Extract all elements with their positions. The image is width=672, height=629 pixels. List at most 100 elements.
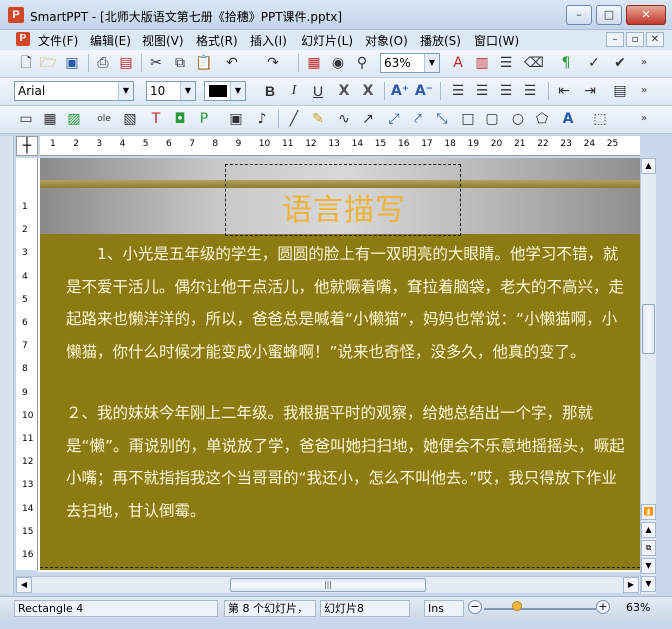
scroll-left-icon[interactable]: ◀	[16, 577, 32, 593]
mdi-minimize-button[interactable]: –	[606, 32, 624, 47]
group-icon[interactable]: ⬚	[590, 109, 610, 129]
horizontal-ruler[interactable]: 1 2 3 4 5 6 7 8 9 10 11 12 13 14 15 16 17 18 19 20 21 22 23 24 2…	[40, 136, 640, 156]
picture-icon[interactable]: ▨	[64, 109, 84, 129]
paragraph-1[interactable]: 1、小光是五年级的学生，圆圆的脸上有一双明亮的大眼睛。他学习不错，就是不爱干活儿…	[66, 238, 632, 368]
text-color-icon[interactable]: A	[448, 53, 468, 73]
underline-button[interactable]: U	[308, 81, 328, 101]
vertical-ruler[interactable]: 1 2 3 4 5 6 7 8 9 10 11 12 13 14 15 16	[16, 158, 38, 570]
arrow-icon[interactable]: ↗	[358, 109, 378, 129]
paragraph-2[interactable]: ２、我的妹妹今年刚上二年级。我根据平时的观察，给她总结出一个字，那就是“懒”。甭…	[66, 397, 632, 527]
ellipse-icon[interactable]: ○	[508, 109, 528, 129]
minimize-button[interactable]: –	[566, 5, 592, 25]
open-folder-icon[interactable]: 🗁	[38, 53, 58, 73]
zoom-combo[interactable]: 63% ▼	[380, 53, 440, 73]
film-icon[interactable]: ▣	[226, 109, 246, 129]
slide-title[interactable]: 语言描写	[226, 185, 462, 229]
copy-icon[interactable]: ⧉	[170, 53, 190, 73]
frame-p-icon[interactable]: P	[194, 109, 214, 129]
menu-window[interactable]: 窗口(W)	[474, 32, 519, 49]
justify-icon[interactable]: ☰	[520, 81, 540, 101]
menu-view[interactable]: 视图(V)	[142, 32, 184, 49]
align-center-icon[interactable]: ☰	[472, 81, 492, 101]
mdi-close-button[interactable]: ✕	[646, 32, 664, 47]
slide-view-icon[interactable]: ⧉	[641, 540, 656, 556]
italic-button[interactable]: I	[284, 81, 304, 101]
document-icon[interactable]: P	[16, 32, 30, 46]
scroll-down-icon[interactable]: ▼	[641, 576, 656, 592]
chevron-down-icon[interactable]: ▼	[118, 82, 133, 100]
redo-icon[interactable]: ↷	[263, 53, 283, 73]
line-icon[interactable]: ╱	[284, 109, 304, 129]
zoom-slider-knob[interactable]	[512, 601, 522, 611]
shapes-icon[interactable]: ⬠	[532, 109, 552, 129]
table-icon[interactable]: ▦	[40, 109, 60, 129]
chart-icon[interactable]: ▧	[120, 109, 140, 129]
chevron-down-icon[interactable]: ▼	[424, 54, 439, 72]
overflow-icon[interactable]: »	[634, 53, 654, 73]
chevron-down-icon[interactable]: ▼	[180, 82, 195, 100]
text-frame-icon[interactable]: T	[146, 109, 166, 129]
ruler-corner-icon[interactable]: ┼	[16, 136, 38, 156]
zoom-icon[interactable]: ⚲	[352, 53, 372, 73]
list-icon[interactable]: ☰	[496, 53, 516, 73]
rectangle-icon[interactable]: □	[458, 109, 478, 129]
shrink-font-icon[interactable]: A⁻	[414, 81, 434, 101]
pdf-icon[interactable]: ▤	[116, 53, 136, 73]
rounded-rect-icon[interactable]: ▢	[482, 109, 502, 129]
zoom-slider[interactable]	[484, 608, 596, 610]
grow-font-icon[interactable]: A⁺	[390, 81, 410, 101]
strike-button[interactable]: X	[334, 81, 354, 101]
align-right-icon[interactable]: ☰	[496, 81, 516, 101]
slide[interactable]: 语言描写 1、小光是五年级的学生，圆圆的脸上有一双明亮的大眼睛。他学习不错，就是…	[40, 158, 640, 570]
vertical-scroll-thumb[interactable]	[642, 304, 655, 354]
body-placeholder[interactable]: 1、小光是五年级的学生，圆圆的脸上有一双明亮的大眼睛。他学习不错，就是不爱干活儿…	[40, 234, 640, 568]
bullets-icon[interactable]: ▤	[610, 81, 630, 101]
format-icon[interactable]: ▥	[472, 53, 492, 73]
scroll-right-icon[interactable]: ▶	[623, 577, 639, 593]
mdi-restore-button[interactable]: ▫	[626, 32, 644, 47]
undo-icon[interactable]: ↶	[222, 53, 242, 73]
elbow-icon[interactable]: ⤤	[408, 109, 428, 129]
menu-insert[interactable]: 插入(I)	[250, 32, 287, 49]
outdent-icon[interactable]: ⇤	[554, 81, 574, 101]
frame-icon[interactable]: ◘	[170, 109, 190, 129]
prev-slide-icon[interactable]: ▲	[641, 522, 656, 538]
wordart-icon[interactable]: A	[558, 109, 578, 129]
scroll-up-icon[interactable]: ▲	[641, 158, 656, 174]
paragraph-icon[interactable]: ¶	[556, 53, 576, 73]
font-combo[interactable]: Arial ▼	[14, 81, 134, 101]
zoom-out-button[interactable]: −	[468, 600, 482, 614]
menu-file[interactable]: 文件(F)	[38, 32, 78, 49]
menu-object[interactable]: 对象(O)	[365, 32, 408, 49]
menu-play[interactable]: 播放(S)	[420, 32, 461, 49]
menu-edit[interactable]: 编辑(E)	[90, 32, 131, 49]
align-left-icon[interactable]: ☰	[448, 81, 468, 101]
first-slide-icon[interactable]: ⏫	[641, 504, 656, 520]
connector-icon[interactable]: ⤢	[384, 109, 404, 129]
new-doc-icon[interactable]: 🗋	[16, 53, 36, 73]
bold-button[interactable]: B	[260, 81, 280, 101]
overflow-icon[interactable]: »	[634, 81, 654, 101]
spell-icon[interactable]: ✓	[584, 53, 604, 73]
indent-icon[interactable]: ⇥	[580, 81, 600, 101]
title-placeholder[interactable]: 语言描写	[225, 164, 461, 236]
close-button[interactable]: ✕	[626, 5, 666, 25]
brush-icon[interactable]: ⌫	[524, 53, 544, 73]
next-slide-icon[interactable]: ▼	[641, 558, 656, 574]
elbow2-icon[interactable]: ⤡	[432, 109, 452, 129]
print-icon[interactable]: ⎙	[93, 53, 113, 73]
curve-icon[interactable]: ∿	[334, 109, 354, 129]
overflow-icon[interactable]: »	[634, 109, 654, 129]
left-splitter[interactable]	[0, 136, 14, 594]
zoom-in-button[interactable]: +	[596, 600, 610, 614]
color-combo[interactable]: ▼	[204, 81, 246, 101]
size-combo[interactable]: 10 ▼	[146, 81, 196, 101]
paste-icon[interactable]: 📋	[194, 53, 214, 73]
cut-icon[interactable]: ✂	[146, 53, 166, 73]
slide-icon[interactable]: ▦	[304, 53, 324, 73]
horizontal-scroll-thumb[interactable]: |||	[230, 578, 426, 592]
ole-icon[interactable]: ole	[94, 109, 114, 129]
menu-format[interactable]: 格式(R)	[196, 32, 238, 49]
preview-icon[interactable]: ◉	[328, 53, 348, 73]
chevron-down-icon[interactable]: ▼	[230, 82, 245, 100]
